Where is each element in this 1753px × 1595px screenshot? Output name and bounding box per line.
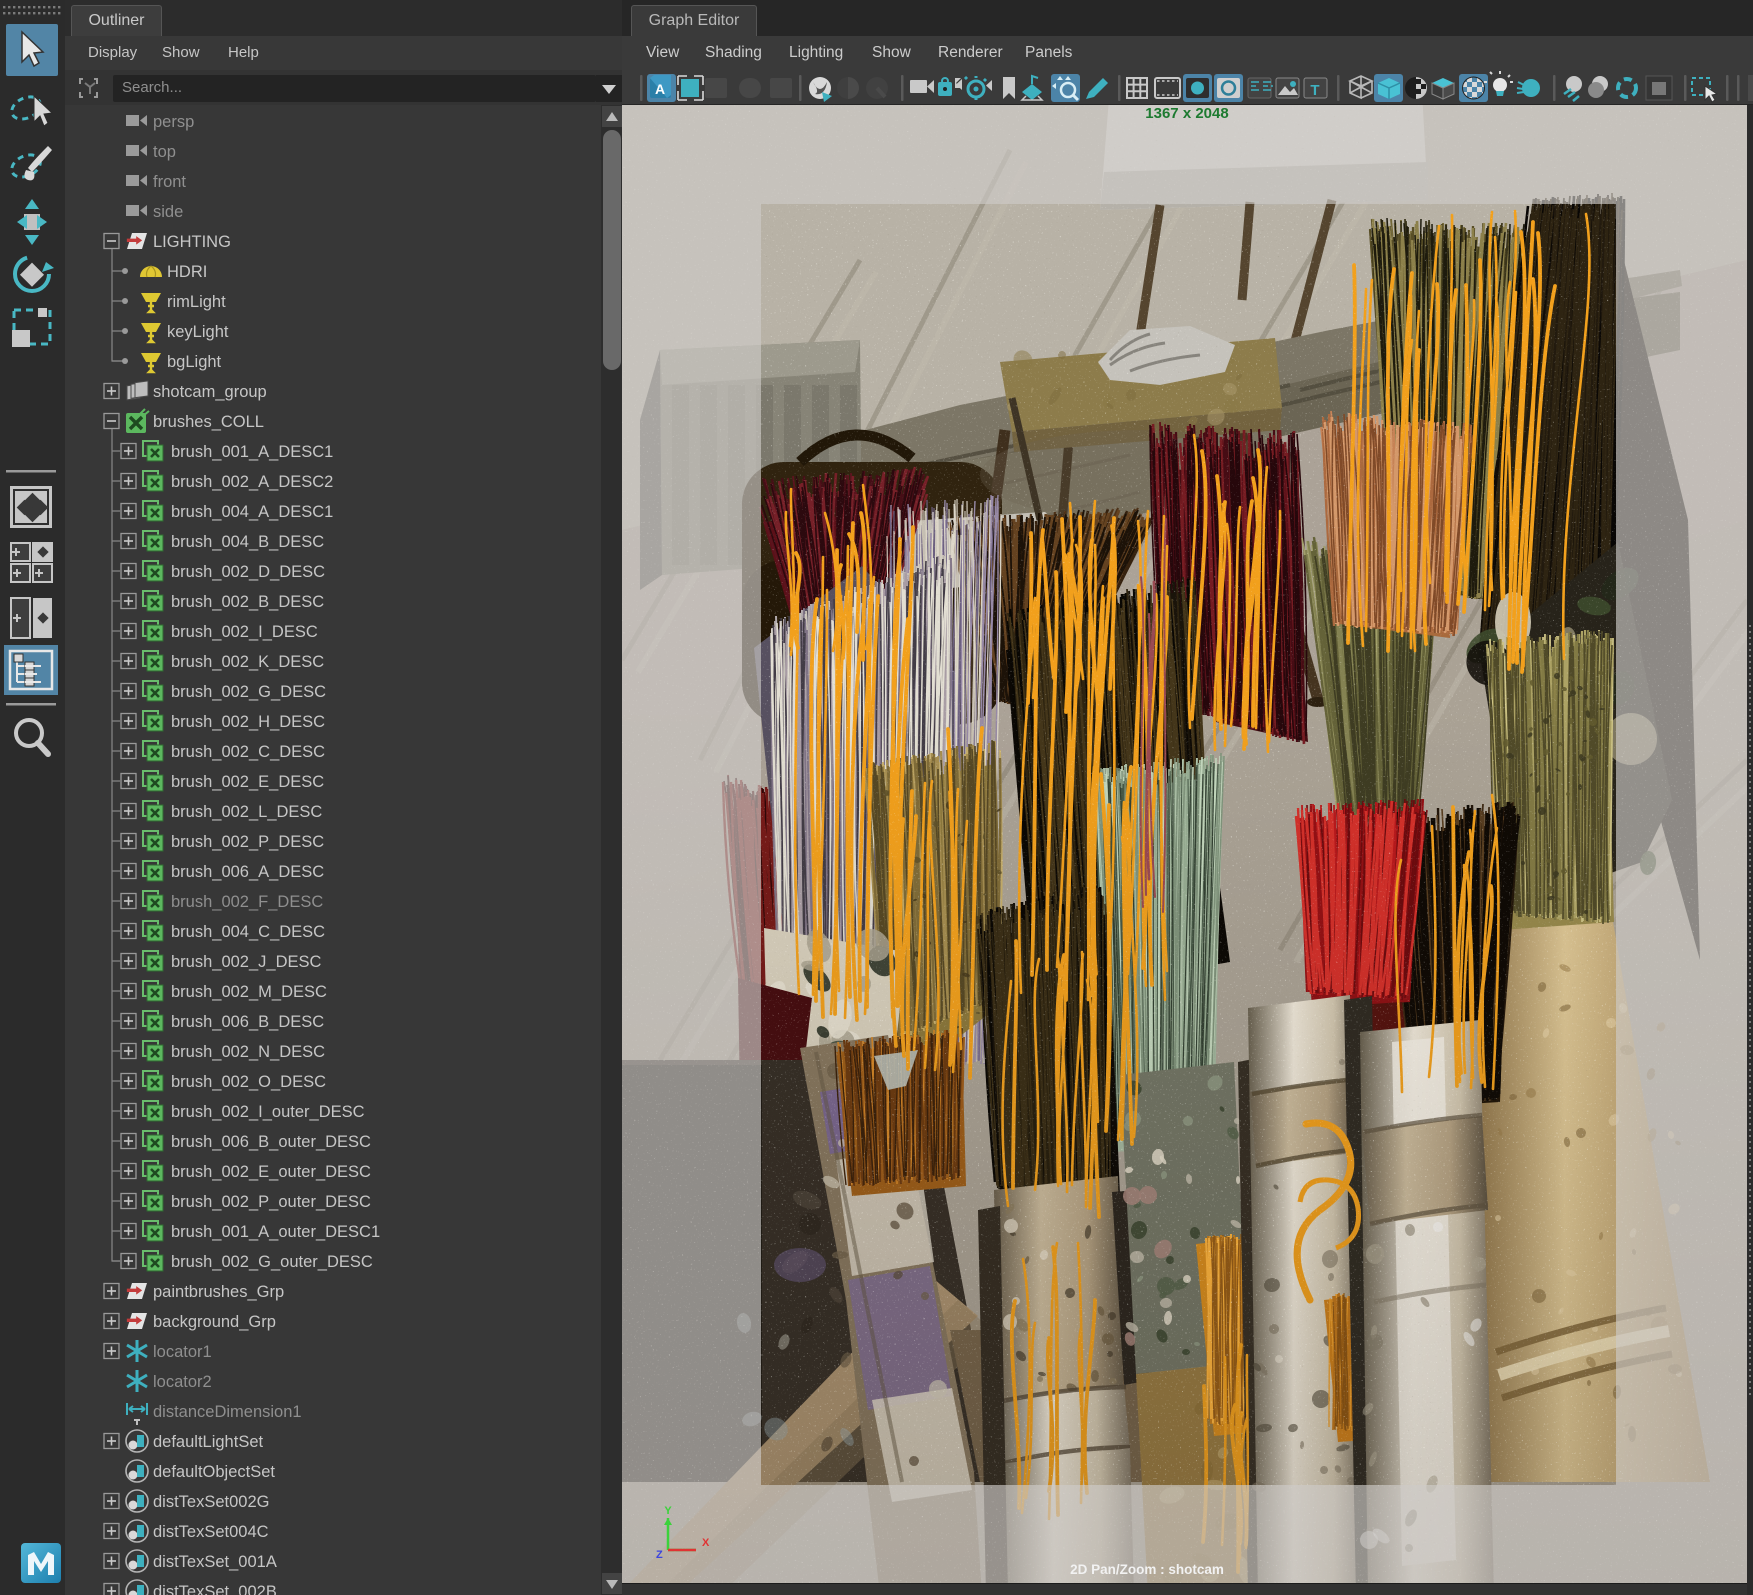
svg-text:A: A xyxy=(655,81,665,97)
svg-text:distanceDimension1: distanceDimension1 xyxy=(153,1403,302,1421)
svg-text:brush_002_N_DESC: brush_002_N_DESC xyxy=(171,1043,325,1061)
svg-text:brush_002_E_outer_DESC: brush_002_E_outer_DESC xyxy=(171,1163,371,1181)
svg-text:brush_002_J_DESC: brush_002_J_DESC xyxy=(171,953,322,971)
svg-text:brush_002_P_outer_DESC: brush_002_P_outer_DESC xyxy=(171,1193,371,1211)
svg-text:side: side xyxy=(153,203,183,221)
svg-text:brush_002_F_DESC: brush_002_F_DESC xyxy=(171,893,323,911)
svg-text:brush_002_M_DESC: brush_002_M_DESC xyxy=(171,983,327,1001)
svg-text:shotcam_group: shotcam_group xyxy=(153,383,267,401)
svg-text:LIGHTING: LIGHTING xyxy=(153,233,231,251)
svg-text:brush_002_G_outer_DESC: brush_002_G_outer_DESC xyxy=(171,1253,373,1271)
svg-text:brush_002_A_DESC2: brush_002_A_DESC2 xyxy=(171,473,333,491)
svg-text:front: front xyxy=(153,173,186,191)
svg-text:brush_002_C_DESC: brush_002_C_DESC xyxy=(171,743,325,761)
svg-text:defaultLightSet: defaultLightSet xyxy=(153,1433,264,1451)
svg-text:brush_006_B_DESC: brush_006_B_DESC xyxy=(171,1013,324,1031)
svg-text:brush_002_H_DESC: brush_002_H_DESC xyxy=(171,713,325,731)
svg-text:brush_002_L_DESC: brush_002_L_DESC xyxy=(171,803,322,821)
svg-text:Y: Y xyxy=(664,1505,672,1517)
svg-text:brush_004_C_DESC: brush_004_C_DESC xyxy=(171,923,325,941)
svg-text:top: top xyxy=(153,143,176,161)
svg-text:brush_002_E_DESC: brush_002_E_DESC xyxy=(171,773,324,791)
svg-text:HDRI: HDRI xyxy=(167,263,207,281)
svg-text:2D Pan/Zoom : shotcam: 2D Pan/Zoom : shotcam xyxy=(1070,1562,1224,1577)
svg-text:brush_002_O_DESC: brush_002_O_DESC xyxy=(171,1073,326,1091)
svg-text:brush_002_G_DESC: brush_002_G_DESC xyxy=(171,683,326,701)
svg-text:brush_006_A_DESC: brush_006_A_DESC xyxy=(171,863,324,881)
svg-text:brush_002_K_DESC: brush_002_K_DESC xyxy=(171,653,324,671)
svg-text:defaultObjectSet: defaultObjectSet xyxy=(153,1463,275,1481)
svg-text:Z: Z xyxy=(656,1549,663,1561)
svg-text:X: X xyxy=(702,1537,710,1549)
svg-text:brush_001_A_DESC1: brush_001_A_DESC1 xyxy=(171,443,333,461)
svg-text:1367 x 2048: 1367 x 2048 xyxy=(1145,105,1228,122)
svg-text:brushes_COLL: brushes_COLL xyxy=(153,413,264,431)
svg-text:brush_002_P_DESC: brush_002_P_DESC xyxy=(171,833,324,851)
svg-text:locator1: locator1 xyxy=(153,1343,212,1361)
svg-text:brush_004_B_DESC: brush_004_B_DESC xyxy=(171,533,324,551)
svg-text:brush_004_A_DESC1: brush_004_A_DESC1 xyxy=(171,503,333,521)
svg-text:brush_002_I_outer_DESC: brush_002_I_outer_DESC xyxy=(171,1103,365,1121)
svg-text:rimLight: rimLight xyxy=(167,293,226,311)
svg-text:locator2: locator2 xyxy=(153,1373,212,1391)
svg-text:brush_002_D_DESC: brush_002_D_DESC xyxy=(171,563,325,581)
svg-text:distTexSet_002B: distTexSet_002B xyxy=(153,1583,277,1595)
svg-text:distTexSet004C: distTexSet004C xyxy=(153,1523,269,1541)
svg-text:persp: persp xyxy=(153,113,194,131)
svg-text:brush_002_B_DESC: brush_002_B_DESC xyxy=(171,593,324,611)
svg-text:keyLight: keyLight xyxy=(167,323,229,341)
svg-text:distTexSet002G: distTexSet002G xyxy=(153,1493,269,1511)
svg-text:bgLight: bgLight xyxy=(167,353,222,371)
svg-text:T: T xyxy=(1310,82,1319,99)
svg-text:brush_001_A_outer_DESC1: brush_001_A_outer_DESC1 xyxy=(171,1223,380,1241)
svg-text:distTexSet_001A: distTexSet_001A xyxy=(153,1553,277,1571)
svg-text:paintbrushes_Grp: paintbrushes_Grp xyxy=(153,1283,284,1301)
svg-text:brush_006_B_outer_DESC: brush_006_B_outer_DESC xyxy=(171,1133,371,1151)
svg-text:brush_002_I_DESC: brush_002_I_DESC xyxy=(171,623,318,641)
svg-text:background_Grp: background_Grp xyxy=(153,1313,276,1331)
